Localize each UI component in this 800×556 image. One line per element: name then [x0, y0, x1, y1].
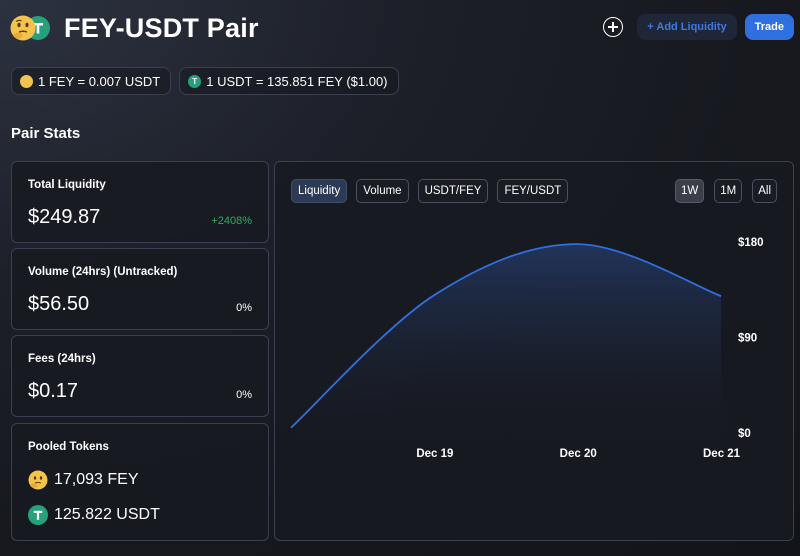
liquidity-chart[interactable]: $180 $90 $0 Dec 19 Dec 20 Dec 21: [275, 162, 795, 542]
thinking-face-icon: [10, 15, 36, 41]
fees-card: Fees (24hrs) $0.17 0%: [11, 335, 269, 417]
x-tick-label: Dec 21: [703, 448, 741, 460]
usdt-price-chip[interactable]: T 1 USDT = 135.851 FEY ($1.00): [179, 67, 399, 95]
pair-header: FEY-USDT Pair: [10, 10, 259, 46]
x-tick-label: Dec 20: [560, 448, 597, 460]
stat-change: 0%: [236, 389, 252, 401]
stat-value: $249.87: [28, 206, 101, 228]
chart-panel: Liquidity Volume USDT/FEY FEY/USDT 1W 1M…: [274, 161, 794, 541]
stat-value: $0.17: [28, 380, 79, 402]
y-tick-label: $0: [738, 428, 751, 440]
chart-area: [291, 244, 721, 433]
y-tick-label: $90: [738, 333, 757, 345]
pooled-fey-amount: 17,093 FEY: [54, 471, 139, 488]
price-chips: 1 FEY = 0.007 USDT T 1 USDT = 135.851 FE…: [11, 67, 399, 95]
thinking-face-icon: [28, 470, 48, 490]
fey-icon: [20, 74, 33, 88]
y-tick-label: $180: [738, 237, 764, 249]
section-title: Pair Stats: [11, 125, 81, 142]
stat-change: 0%: [236, 302, 252, 314]
usdt-price-text: 1 USDT = 135.851 FEY ($1.00): [206, 73, 388, 89]
stat-label: Pooled Tokens: [28, 441, 109, 453]
total-liquidity-card: Total Liquidity $249.87 +2408%: [11, 161, 269, 243]
stat-change: +2408%: [211, 215, 252, 227]
stat-label: Volume (24hrs) (Untracked): [28, 266, 178, 278]
pair-token-icons: [10, 11, 52, 45]
pooled-usdt-row[interactable]: 125.822 USDT: [28, 505, 160, 525]
page-title: FEY-USDT Pair: [64, 12, 259, 43]
fey-price-text: 1 FEY = 0.007 USDT: [38, 73, 161, 89]
usdt-icon: T: [188, 74, 202, 88]
stat-label: Fees (24hrs): [28, 353, 96, 365]
fey-price-chip[interactable]: 1 FEY = 0.007 USDT: [11, 67, 172, 95]
stat-value: $56.50: [28, 293, 90, 315]
pooled-fey-row[interactable]: 17,093 FEY: [28, 470, 139, 490]
add-liquidity-button[interactable]: + Add Liquidity: [637, 14, 737, 40]
header-actions: + Add Liquidity Trade: [603, 14, 794, 40]
stat-label: Total Liquidity: [28, 179, 106, 191]
pooled-usdt-amount: 125.822 USDT: [54, 506, 160, 523]
add-token-icon[interactable]: [603, 17, 624, 37]
trade-button[interactable]: Trade: [744, 14, 794, 40]
volume-card: Volume (24hrs) (Untracked) $56.50 0%: [11, 248, 269, 330]
x-tick-label: Dec 19: [416, 448, 453, 460]
usdt-icon: [28, 505, 48, 525]
pooled-tokens-card: Pooled Tokens 17,093 FEY 125.822 USDT: [11, 423, 269, 541]
